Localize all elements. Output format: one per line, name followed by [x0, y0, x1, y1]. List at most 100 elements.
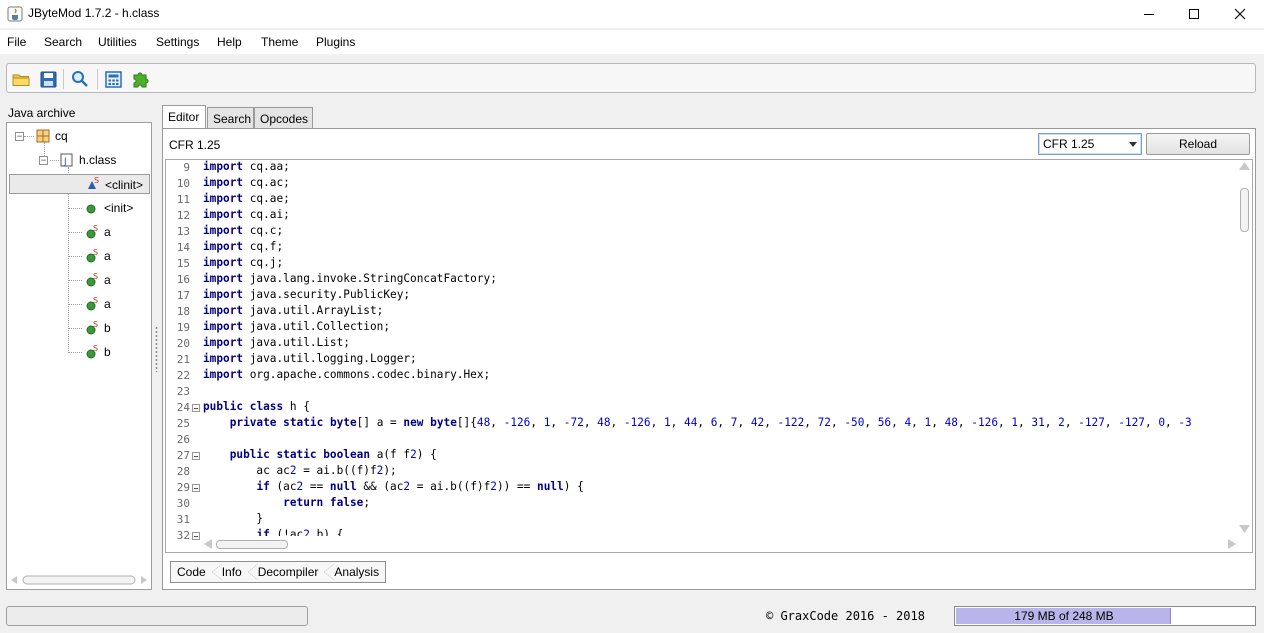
code-line: import cq.ae; — [203, 192, 290, 205]
line-number: 14 — [176, 241, 190, 254]
plugin-puzzle-icon — [133, 72, 149, 88]
tab-search[interactable]: Search — [207, 107, 254, 129]
maximize-icon — [1189, 9, 1199, 19]
editor-view-tabs: Code Info Decompiler Analysis — [170, 561, 387, 583]
code-line: import cq.f; — [203, 240, 284, 253]
tree-node-label: a — [104, 225, 111, 239]
line-number: 32 — [176, 529, 190, 542]
code-line: import java.util.ArrayList; — [203, 304, 384, 317]
fold-toggle-icon[interactable] — [192, 532, 200, 540]
tree-node-method-a[interactable]: S a — [85, 222, 111, 242]
tree-node-class-h[interactable]: J h.class — [60, 150, 116, 170]
line-number: 23 — [176, 385, 190, 398]
line-number: 19 — [176, 321, 190, 334]
code-line: if (ac2 == null && (ac2 = ai.b((f)f2)) =… — [256, 480, 584, 493]
line-number: 31 — [176, 513, 190, 526]
tree-guide — [68, 304, 82, 305]
save-icon — [40, 71, 56, 87]
search-button[interactable] — [69, 68, 91, 90]
tree-node-label: h.class — [79, 153, 117, 167]
tree-guide — [68, 167, 69, 353]
code-line: import java.security.PublicKey; — [203, 288, 411, 301]
svg-text:S: S — [93, 296, 98, 305]
fold-toggle-icon[interactable] — [192, 452, 200, 460]
plugins-button[interactable] — [130, 68, 152, 90]
tab-opcodes[interactable]: Opcodes — [254, 107, 313, 129]
split-pane-divider[interactable] — [155, 326, 158, 372]
code-vertical-scrollbar[interactable] — [1237, 160, 1252, 536]
view-tab-code[interactable]: Code — [171, 562, 212, 582]
tree-node-method-b[interactable]: S b — [85, 318, 111, 338]
title-bar: JByteMod 1.7.2 - h.class — [0, 0, 1264, 28]
tree-node-label: a — [104, 273, 111, 287]
menu-utilities[interactable]: Utilities — [98, 35, 137, 49]
scroll-thumb[interactable] — [1240, 188, 1249, 232]
minimize-icon — [1144, 14, 1154, 15]
window-title: JByteMod 1.7.2 - h.class — [28, 6, 160, 20]
fold-toggle-icon[interactable] — [192, 484, 200, 492]
menu-theme[interactable]: Theme — [261, 35, 298, 49]
line-number: 26 — [176, 433, 190, 446]
menu-settings[interactable]: Settings — [156, 35, 199, 49]
tree-node-method-b[interactable]: S b — [85, 342, 111, 362]
view-tab-decompiler[interactable]: Decompiler — [247, 562, 325, 582]
maximize-button[interactable] — [1171, 0, 1217, 28]
code-line: import org.apache.commons.codec.binary.H… — [203, 368, 491, 381]
static-method-icon: S — [86, 272, 98, 287]
svg-text:S: S — [93, 344, 98, 353]
memory-usage-text: 179 MB of 248 MB — [1014, 609, 1114, 623]
java-cup-icon — [7, 6, 23, 22]
line-number: 12 — [176, 209, 190, 222]
decompiler-select-value: CFR 1.25 — [1043, 137, 1095, 151]
menu-search[interactable]: Search — [44, 35, 82, 49]
scroll-thumb[interactable] — [216, 540, 288, 549]
decompiler-select[interactable]: CFR 1.25 — [1038, 133, 1142, 155]
tab-editor[interactable]: Editor — [162, 105, 206, 129]
save-button[interactable] — [37, 68, 59, 90]
close-button[interactable] — [1217, 0, 1263, 28]
line-number: 20 — [176, 337, 190, 350]
tree-node-method-a[interactable]: S a — [85, 294, 111, 314]
reload-button[interactable]: Reload — [1146, 133, 1250, 155]
line-number: 30 — [176, 497, 190, 510]
static-method-icon: S — [86, 248, 98, 263]
open-button[interactable] — [10, 68, 32, 90]
calculator-button[interactable] — [102, 68, 124, 90]
code-editor[interactable]: 9 10 11 12 13 14 15 16 17 18 19 20 21 22 23 24 25 26 27 28 2… — [165, 159, 1253, 553]
tree-node-method-a[interactable]: S a — [85, 246, 111, 266]
tree-guide — [50, 160, 59, 161]
toolbar-separator — [63, 69, 64, 89]
tree-horizontal-scrollbar[interactable] — [9, 574, 149, 586]
tree-node-method-init[interactable]: <init> — [85, 198, 133, 218]
toolbar-separator — [97, 69, 98, 89]
package-icon — [36, 129, 50, 143]
memory-usage-bar[interactable]: 179 MB of 248 MB — [954, 606, 1256, 626]
collapse-toggle-cq[interactable]: − — [15, 132, 24, 141]
code-line: ac ac2 = ai.b((f)f2); — [203, 464, 397, 477]
java-archive-label: Java archive — [8, 106, 76, 120]
tree-node-method-a[interactable]: S a — [85, 270, 111, 290]
menu-file[interactable]: File — [7, 35, 26, 49]
line-number: 29 — [176, 481, 190, 494]
menu-help[interactable]: Help — [217, 35, 242, 49]
code-horizontal-scrollbar[interactable] — [202, 536, 1238, 552]
menu-plugins[interactable]: Plugins — [316, 35, 355, 49]
method-icon — [86, 204, 96, 214]
tree-guide — [68, 328, 82, 329]
collapse-toggle-class[interactable]: − — [39, 156, 48, 165]
minimize-button[interactable] — [1126, 0, 1172, 28]
static-init-icon: S — [86, 176, 100, 195]
java-archive-tree[interactable]: − cq − J h.class S <clinit> <init> S a S… — [6, 122, 152, 590]
svg-text:J: J — [63, 157, 67, 167]
view-tab-info[interactable]: Info — [211, 562, 248, 582]
fold-toggle-icon[interactable] — [192, 404, 200, 412]
tree-node-label: b — [104, 321, 111, 335]
chevron-down-icon — [1129, 142, 1137, 147]
view-tab-analysis[interactable]: Analysis — [324, 562, 385, 582]
code-line: import java.util.List; — [203, 336, 350, 349]
code-line: import cq.j; — [203, 256, 284, 269]
tree-node-method-clinit[interactable]: S <clinit> — [9, 174, 150, 194]
svg-text:S: S — [94, 176, 99, 185]
toolbar — [6, 63, 1256, 93]
tree-node-package-cq[interactable]: cq — [36, 126, 68, 146]
